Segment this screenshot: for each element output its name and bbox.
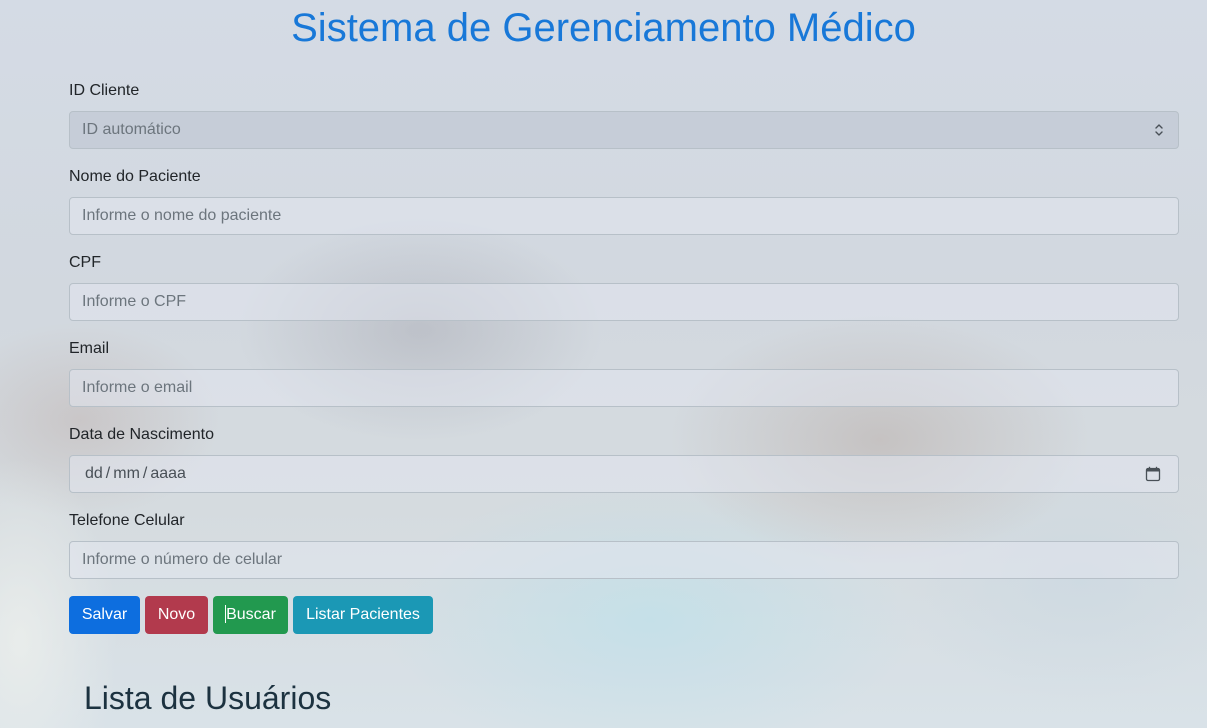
- nome-input[interactable]: [69, 197, 1179, 235]
- search-button-label: Buscar: [226, 606, 276, 623]
- celular-group: Telefone Celular: [69, 510, 1179, 579]
- patient-form: ID Cliente ID automático Nome do Pacient…: [69, 80, 1179, 634]
- date-year-segment[interactable]: aaaa: [150, 465, 186, 483]
- action-buttons: Salvar Novo Buscar Listar Pacientes: [69, 596, 1179, 634]
- save-button[interactable]: Salvar: [69, 596, 140, 634]
- date-separator: /: [105, 465, 111, 482]
- email-label: Email: [69, 340, 110, 357]
- user-list-title: Lista de Usuários: [84, 680, 332, 716]
- nome-group: Nome do Paciente: [69, 166, 1179, 235]
- date-day-segment[interactable]: dd: [85, 465, 103, 483]
- id-cliente-group: ID Cliente ID automático: [69, 80, 1179, 149]
- email-input[interactable]: [69, 369, 1179, 407]
- text-cursor: [225, 604, 227, 623]
- list-patients-button[interactable]: Listar Pacientes: [293, 596, 433, 634]
- page-content: Sistema de Gerenciamento Médico ID Clien…: [0, 0, 1207, 728]
- cpf-input[interactable]: [69, 283, 1179, 321]
- new-button[interactable]: Novo: [145, 596, 208, 634]
- cpf-label: CPF: [69, 254, 101, 271]
- cpf-group: CPF: [69, 252, 1179, 321]
- email-group: Email: [69, 338, 1179, 407]
- chevron-up-down-icon: [1155, 124, 1163, 136]
- search-button[interactable]: Buscar: [213, 596, 288, 634]
- date-month-segment[interactable]: mm: [113, 465, 140, 483]
- celular-input[interactable]: [69, 541, 1179, 579]
- nascimento-date-input[interactable]: dd / mm / aaaa: [69, 455, 1179, 493]
- date-separator: /: [142, 465, 148, 482]
- id-cliente-label: ID Cliente: [69, 82, 140, 99]
- nome-label: Nome do Paciente: [69, 168, 201, 185]
- celular-label: Telefone Celular: [69, 512, 185, 529]
- nascimento-label: Data de Nascimento: [69, 426, 214, 443]
- id-cliente-selected-value: ID automático: [82, 121, 181, 138]
- nascimento-group: Data de Nascimento dd / mm / aaaa: [69, 424, 1179, 493]
- id-cliente-select[interactable]: ID automático: [69, 111, 1179, 149]
- calendar-icon[interactable]: [1145, 466, 1161, 482]
- page-title: Sistema de Gerenciamento Médico: [291, 6, 916, 50]
